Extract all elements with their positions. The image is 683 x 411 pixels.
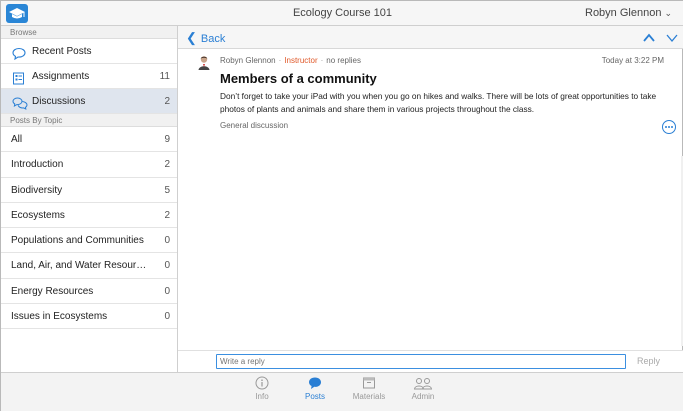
topic-label: All <box>11 134 23 145</box>
topic-label: Land, Air, and Water Resour… <box>11 260 147 272</box>
tab-label: Admin <box>411 392 435 401</box>
topic-count: 0 <box>164 311 170 323</box>
chevron-down-icon: ⌄ <box>664 8 672 18</box>
meta-separator: · <box>320 56 324 65</box>
previous-post-button[interactable] <box>642 31 656 43</box>
sidebar-item-assignments[interactable]: Assignments 11 <box>1 64 177 89</box>
post-topic[interactable]: General discussion <box>220 121 288 130</box>
topic-item-populations[interactable]: Populations and Communities 0 <box>1 228 177 254</box>
ellipsis-dot <box>671 126 673 128</box>
post-meta: Robyn Glennon · Instructor · no replies <box>220 56 361 65</box>
discussions-icon <box>12 95 28 110</box>
topic-item-all[interactable]: All 9 <box>1 127 177 153</box>
main-panel: ❮ Back Robyn Glennon · Instructor · no r… <box>178 26 683 372</box>
sidebar-item-discussions[interactable]: Discussions 2 <box>1 89 177 114</box>
posts-icon <box>309 377 321 389</box>
more-options-button[interactable] <box>662 120 676 134</box>
tab-materials[interactable]: Materials <box>344 376 394 401</box>
tab-info[interactable]: Info <box>237 376 287 401</box>
topic-label: Energy Resources <box>11 285 94 297</box>
tab-label: Materials <box>352 392 386 401</box>
reply-button[interactable]: Reply <box>637 356 660 366</box>
meta-separator: · <box>278 56 282 65</box>
topic-count: 0 <box>164 260 170 272</box>
course-title: Ecology Course 101 <box>292 7 393 19</box>
author-name: Robyn Glennon <box>220 56 276 65</box>
topic-count: 2 <box>164 159 170 171</box>
topic-label: Biodiversity <box>11 184 63 196</box>
topic-item-introduction[interactable]: Introduction 2 <box>1 152 177 178</box>
topic-label: Issues in Ecosystems <box>11 311 108 323</box>
back-button[interactable]: ❮ Back <box>186 30 225 46</box>
assignments-list-icon <box>12 70 26 85</box>
tab-posts[interactable]: Posts <box>290 376 340 401</box>
admin-icon <box>413 378 433 390</box>
topics-header: Posts By Topic <box>1 114 177 127</box>
author-role: Instructor <box>284 56 318 65</box>
ellipsis-icon <box>665 126 667 128</box>
ellipsis-dot <box>668 126 670 128</box>
user-menu[interactable]: Robyn Glennon ⌄ <box>585 7 672 19</box>
topic-item-issues[interactable]: Issues in Ecosystems 0 <box>1 304 177 330</box>
app-window: Ecology Course 101 Robyn Glennon ⌄ Browse… <box>0 0 683 411</box>
topic-count: 0 <box>164 285 170 297</box>
topic-item-ecosystems[interactable]: Ecosystems 2 <box>1 203 177 229</box>
topic-count: 9 <box>164 134 170 145</box>
tab-bar: Info Posts Materials Admin <box>1 372 683 411</box>
topic-count: 0 <box>164 235 170 247</box>
tab-label: Info <box>255 392 269 401</box>
reply-bar: Reply <box>178 350 683 372</box>
reply-count: no replies <box>326 56 361 65</box>
title-bar: Ecology Course 101 Robyn Glennon ⌄ <box>1 1 683 26</box>
topic-item-energy-resources[interactable]: Energy Resources 0 <box>1 279 177 305</box>
speech-bubble-icon <box>12 45 26 61</box>
sidebar-item-label: Discussions <box>32 96 86 107</box>
browse-header: Browse <box>1 26 177 39</box>
tab-admin[interactable]: Admin <box>398 376 448 401</box>
item-count: 11 <box>159 71 170 82</box>
info-icon <box>255 376 269 390</box>
topic-label: Populations and Communities <box>11 235 144 247</box>
next-post-button[interactable] <box>665 31 679 43</box>
tab-label: Posts <box>304 392 325 401</box>
item-count: 2 <box>164 96 170 107</box>
reply-input[interactable] <box>216 354 626 369</box>
post-title: Members of a community <box>220 71 377 86</box>
topic-item-biodiversity[interactable]: Biodiversity 5 <box>1 178 177 203</box>
post-timestamp: Today at 3:22 PM <box>601 56 664 65</box>
topic-count: 5 <box>164 184 170 196</box>
chevron-down-icon <box>666 34 678 43</box>
post-body: Don’t forget to take your iPad with you … <box>220 91 657 114</box>
sidebar-item-label: Recent Posts <box>32 46 92 57</box>
back-label: Back <box>200 33 226 45</box>
user-name: Robyn Glennon <box>585 7 662 19</box>
materials-icon <box>363 377 375 389</box>
topic-label: Ecosystems <box>11 209 65 221</box>
avatar <box>196 54 212 70</box>
sidebar: Browse Recent Posts Assignments 11 Discu… <box>1 26 178 372</box>
chevron-left-icon: ❮ <box>186 30 197 45</box>
topic-count: 2 <box>164 209 170 221</box>
topic-label: Introduction <box>11 159 64 171</box>
sidebar-item-label: Assignments <box>32 71 90 82</box>
post-toolbar: ❮ Back <box>178 26 683 49</box>
chevron-up-icon <box>643 33 655 42</box>
topic-item-land-air-water[interactable]: Land, Air, and Water Resour… 0 <box>1 253 177 279</box>
sidebar-item-recent-posts[interactable]: Recent Posts <box>1 39 177 64</box>
